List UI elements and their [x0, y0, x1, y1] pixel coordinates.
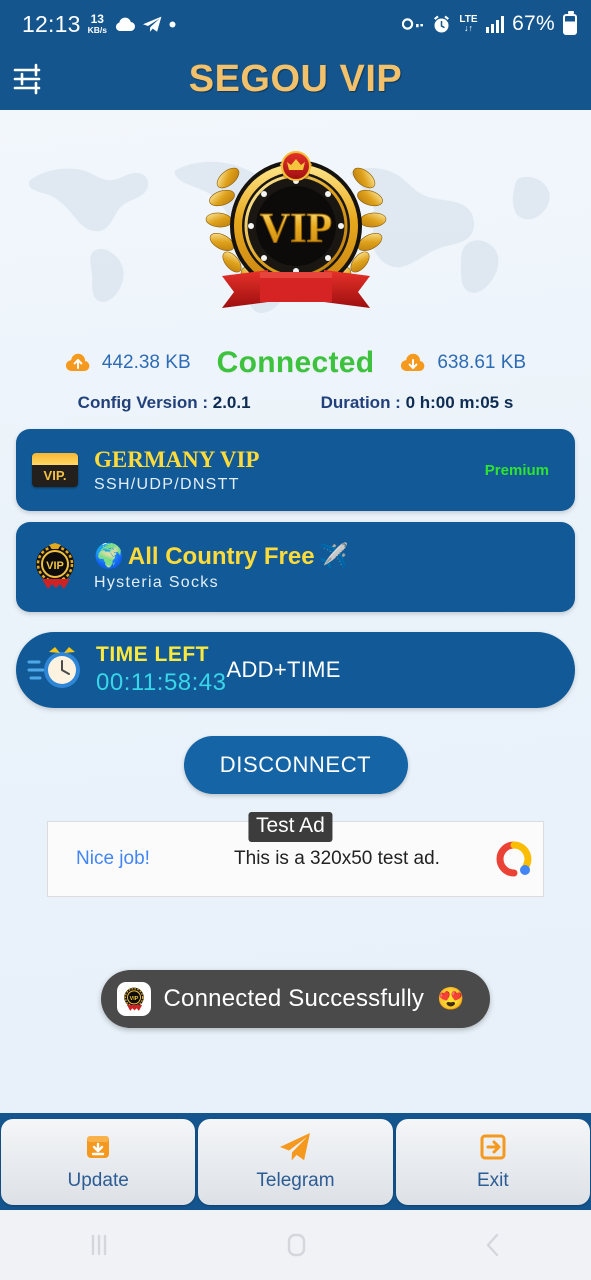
- nav-label-exit: Exit: [476, 1170, 509, 1191]
- server-title-row: 🌍 All Country Free ✈️: [94, 542, 575, 571]
- nav-button-update[interactable]: Update: [1, 1118, 196, 1205]
- dot-icon: [169, 21, 176, 28]
- time-left-label: TIME LEFT: [96, 643, 209, 666]
- toast-text: Connected Successfully: [163, 985, 425, 1012]
- app-vip-icon: VIP: [116, 982, 151, 1016]
- alarm-clock-icon: [16, 644, 96, 696]
- server-subtitle: SSH/UDP/DNSTT: [94, 475, 240, 493]
- vpn-key-icon: [402, 17, 424, 31]
- status-bar-left: 12:13 13 KB/s: [22, 11, 176, 38]
- server-title: All Country Free: [127, 542, 315, 570]
- server-card-text: 🌍 All Country Free ✈️ Hysteria Socks: [94, 542, 575, 592]
- ad-test-badge: Test Ad: [247, 812, 333, 842]
- app-screen: 12:13 13 KB/s LTE ↓↑ 67% SEGOU VIP VIP 4…: [0, 0, 591, 1280]
- time-left-value: 00:11:58:43: [96, 669, 227, 696]
- upload-value: 442.38 KB: [101, 352, 191, 373]
- battery-percent: 67%: [512, 12, 555, 35]
- time-left-text: TIME LEFT 00:11:58:43: [96, 643, 227, 697]
- nav-button-exit[interactable]: Exit: [395, 1118, 590, 1205]
- status-bar: 12:13 13 KB/s LTE ↓↑ 67%: [0, 0, 591, 48]
- session-info: Config Version : 2.0.1 Duration : 0 h:00…: [0, 393, 591, 413]
- add-time-button[interactable]: ADD+TIME: [227, 657, 397, 683]
- vip-card-icon: VIP.: [16, 453, 94, 487]
- nav-button-telegram[interactable]: Telegram: [198, 1118, 393, 1205]
- ad-body-text: This is a 320x50 test ad.: [234, 848, 440, 869]
- exit-arrow-icon: [477, 1131, 509, 1168]
- duration: Duration : 0 h:00 m:05 s: [321, 393, 514, 413]
- network-speed-indicator: 13 KB/s: [88, 13, 107, 35]
- vip-badge-logo: VIP: [205, 151, 386, 308]
- svg-text:VIP: VIP: [129, 996, 138, 1002]
- lte-arrows-icon: ↓↑: [463, 23, 473, 33]
- cloud-icon: [114, 16, 136, 32]
- globe-icon: 🌍: [94, 543, 124, 570]
- server-card-text: GERMANY VIP SSH/UDP/DNSTT: [94, 447, 485, 494]
- network-speed-unit: KB/s: [87, 25, 107, 36]
- home-icon[interactable]: [251, 1230, 341, 1260]
- status-badge: Premium: [484, 461, 549, 479]
- ad-banner-row: Nice job! This is a 320x50 test ad. Test…: [0, 812, 591, 897]
- heart-eyes-icon: 😍: [437, 986, 465, 1011]
- config-version-label: Config Version :: [77, 393, 209, 412]
- battery-icon: [563, 10, 577, 35]
- signal-bars-icon: [485, 15, 505, 33]
- primary-action-row: DISCONNECT: [0, 736, 591, 794]
- bottom-nav: Update Telegram Exit: [0, 1113, 591, 1210]
- tune-icon[interactable]: [0, 63, 58, 95]
- svg-text:VIP: VIP: [46, 560, 64, 572]
- ad-banner[interactable]: Nice job! This is a 320x50 test ad. Test…: [47, 812, 544, 897]
- paper-plane-icon: [278, 1131, 312, 1168]
- airplane-icon: ✈️: [318, 543, 349, 570]
- nav-label-update: Update: [67, 1170, 129, 1191]
- duration-value: 0 h:00 m:05 s: [405, 393, 514, 412]
- page-title: SEGOU VIP: [188, 57, 403, 100]
- toast-message: VIP Connected Successfully 😍: [100, 970, 491, 1028]
- download-value: 638.61 KB: [437, 352, 527, 373]
- server-card-all-country-free[interactable]: VIP 🌍 All Country Free ✈️ Hysteria Socks: [16, 522, 575, 612]
- main-content: VIP 442.38 KB Connected 638.61 KB Config…: [0, 110, 591, 1113]
- server-card-germany[interactable]: VIP. GERMANY VIP SSH/UDP/DNSTT Premium: [16, 429, 575, 511]
- download-stat: 638.61 KB: [400, 352, 526, 374]
- nav-label-telegram: Telegram: [256, 1170, 335, 1191]
- connection-status: Connected: [216, 346, 375, 379]
- config-version: Config Version : 2.0.1: [78, 393, 251, 413]
- android-nav-bar: [0, 1210, 591, 1280]
- network-speed-value: 13: [90, 12, 104, 27]
- disconnect-button[interactable]: DISCONNECT: [183, 736, 408, 794]
- cloud-upload-icon: [65, 353, 91, 373]
- upload-stat: 442.38 KB: [65, 352, 191, 374]
- server-title: GERMANY VIP: [94, 446, 260, 472]
- ad-headline: Nice job!: [76, 848, 150, 869]
- status-bar-right: LTE ↓↑ 67%: [402, 10, 577, 36]
- traffic-stats: 442.38 KB Connected 638.61 KB: [0, 346, 591, 380]
- duration-label: Duration :: [320, 393, 401, 412]
- status-time: 12:13: [22, 10, 81, 37]
- server-subtitle: Hysteria Socks: [94, 574, 219, 591]
- lte-icon: LTE ↓↑: [459, 15, 477, 33]
- config-version-value: 2.0.1: [212, 393, 251, 412]
- recents-icon[interactable]: [54, 1230, 144, 1260]
- cloud-download-icon: [400, 353, 426, 373]
- alarm-icon: [432, 15, 451, 34]
- vip-medal-icon: VIP: [16, 543, 94, 591]
- toast-row: VIP Connected Successfully 😍: [0, 970, 591, 1028]
- admob-icon: [481, 838, 543, 880]
- back-icon[interactable]: [448, 1230, 538, 1260]
- time-left-card[interactable]: TIME LEFT 00:11:58:43 ADD+TIME: [16, 632, 575, 708]
- telegram-icon: [142, 16, 162, 33]
- app-bar: SEGOU VIP: [0, 48, 591, 110]
- svg-text:VIP: VIP: [259, 206, 331, 252]
- vip-logo: VIP: [0, 110, 591, 342]
- download-box-icon: [82, 1131, 114, 1168]
